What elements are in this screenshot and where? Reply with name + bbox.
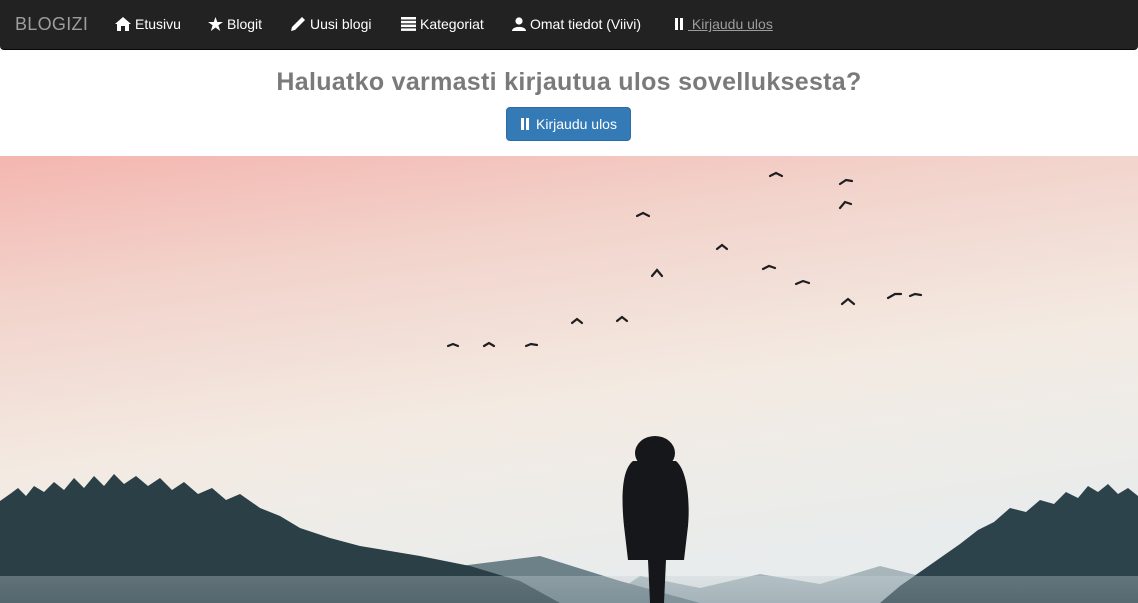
pause-icon (521, 118, 530, 130)
nav-item-label: Etusivu (135, 16, 181, 32)
nav-item-uusi-blogi[interactable]: Uusi blogi (291, 16, 371, 32)
list-icon (401, 17, 416, 31)
nav-item-label: Blogit (227, 16, 263, 32)
nav-item-label: Uusi blogi (310, 16, 372, 32)
logout-button[interactable]: Kirjaudu ulos (506, 107, 631, 141)
logout-button-label: Kirjaudu ulos (536, 116, 617, 132)
brand-link[interactable]: BLOGIZI (15, 14, 88, 35)
nav-item-blogit[interactable]: Blogit (208, 16, 262, 32)
pause-icon (675, 18, 683, 30)
nav-item-label: Kategoriat (420, 16, 484, 32)
nav-item-label: Omat tiedot (Viivi) (530, 16, 641, 32)
nav-item-etusivu[interactable]: Etusivu (115, 16, 181, 32)
nav-item-kirjaudu-ulos[interactable]: Kirjaudu ulos (674, 16, 773, 32)
user-icon (512, 17, 526, 31)
nav-item-omat-tiedot[interactable]: Omat tiedot (Viivi) (512, 16, 641, 32)
page-title: Haluatko varmasti kirjautua ulos sovellu… (276, 68, 862, 96)
nav-item-label: Kirjaudu ulos (688, 16, 773, 32)
hero-image (0, 156, 1138, 603)
navbar: BLOGIZI Etusivu Blogit Uusi blogi Katego… (0, 0, 1138, 50)
home-icon (115, 17, 131, 31)
nav-item-kategoriat[interactable]: Kategoriat (401, 16, 484, 32)
pencil-icon (291, 17, 305, 31)
star-icon (208, 17, 223, 31)
